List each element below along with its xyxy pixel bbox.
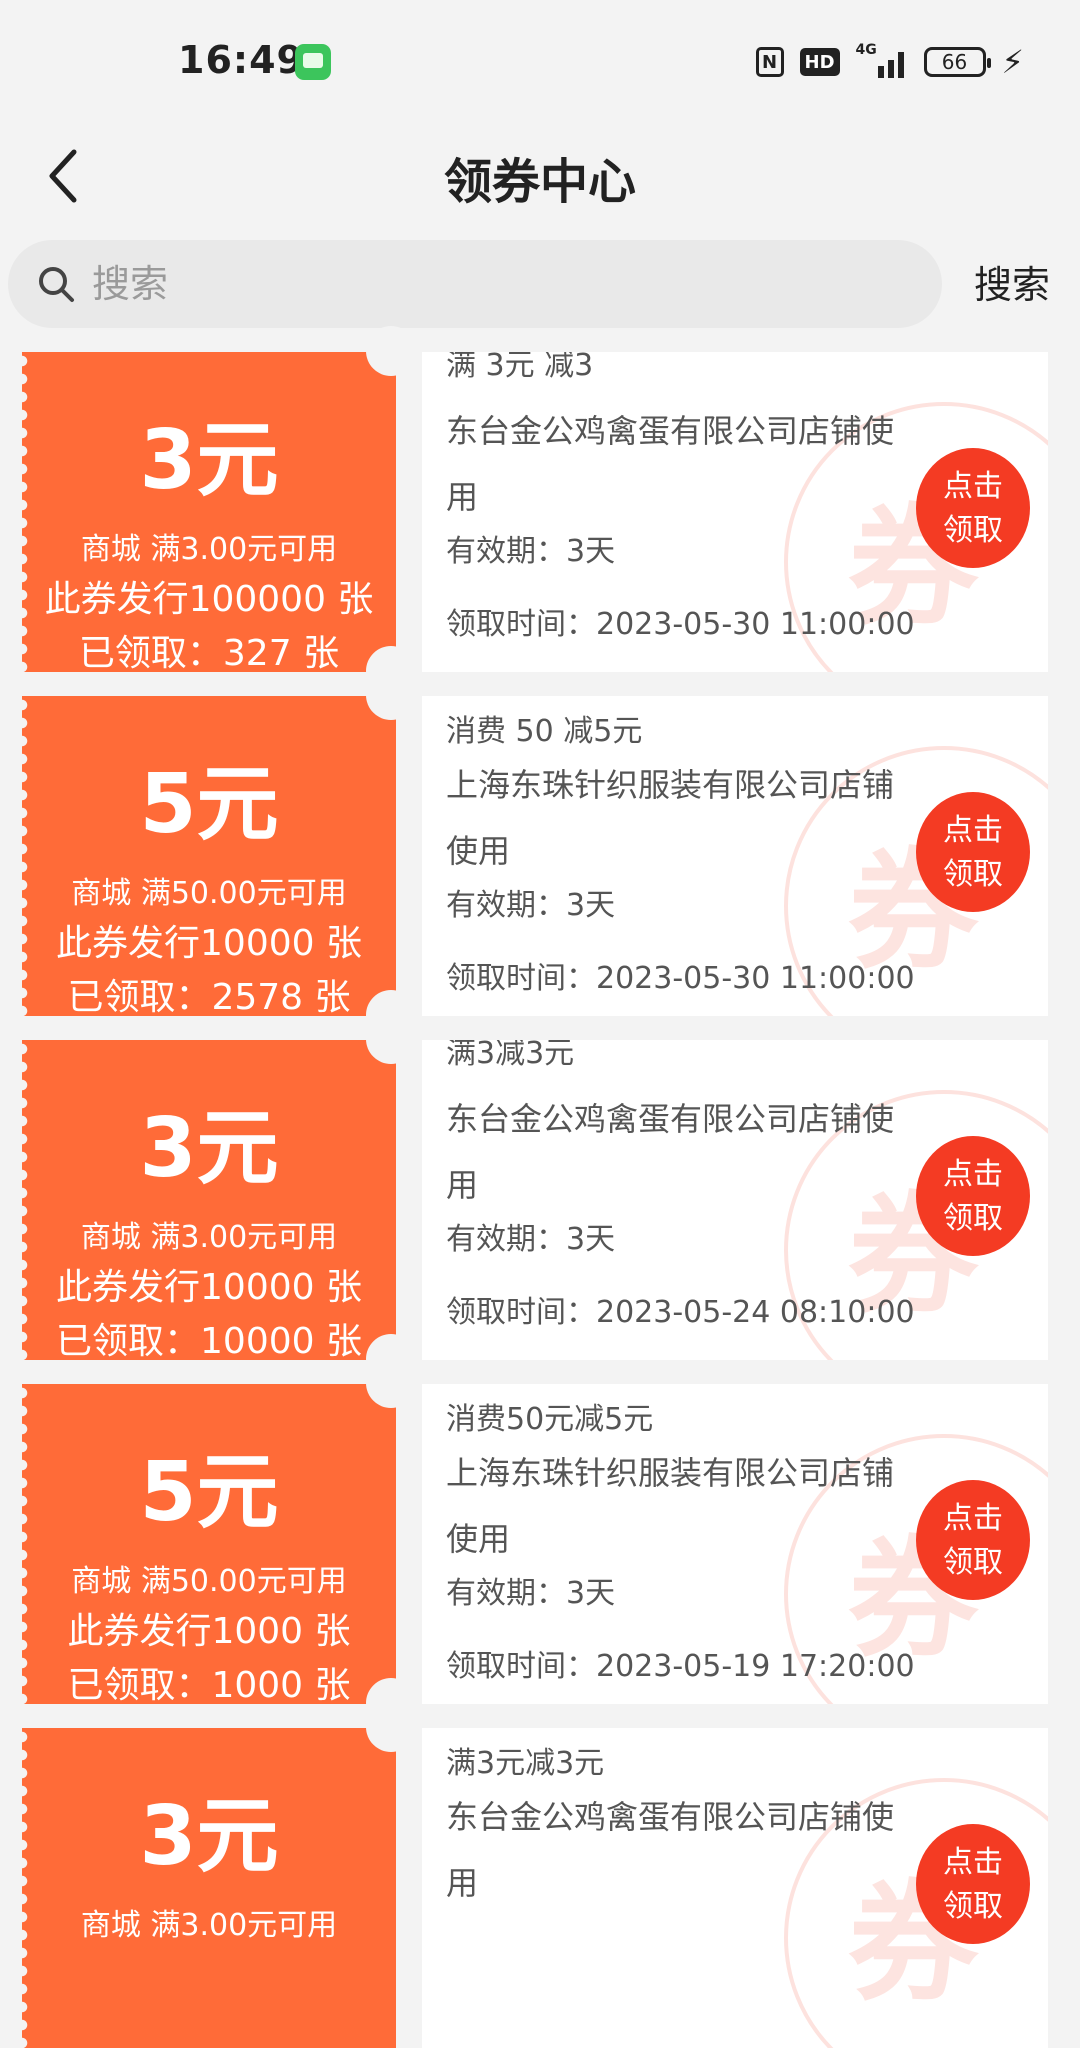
coupon-detail-panel: 券 满3减3元 东台金公鸡禽蛋有限公司店铺使用 有效期：3天 领取时间：2023… xyxy=(422,1040,1048,1360)
coupon-claimed: 已领取：10000 张 xyxy=(56,1321,362,1360)
coupon-title: 满3元减3元 xyxy=(446,1746,605,1781)
coupon-claimed xyxy=(22,2000,396,2048)
coupon-detail-panel: 券 满 3元 减3 东台金公鸡禽蛋有限公司店铺使用 有效期：3天 领取时间：20… xyxy=(422,352,1048,672)
coupon-claim-time: 领取时间：2023-05-24 08:10:00 xyxy=(446,1295,915,1330)
coupon-shop: 上海东珠针织服装有限公司店铺使用 xyxy=(446,1454,895,1558)
coupon-condition: 商城 满3.00元可用 xyxy=(80,1220,338,1255)
coupon-issued: 此券发行100000 张 xyxy=(44,579,374,620)
nav-bar: 领券中心 xyxy=(0,120,1080,230)
claim-button-label: 点击领取 xyxy=(943,1157,1003,1236)
coupon-title: 满3减3元 xyxy=(446,1040,575,1071)
coupon-value-panel: 3元 商城 满3.00元可用 此券发行100000 张 已领取：327 张 xyxy=(16,352,396,672)
coupon-amount: 3元 xyxy=(139,1101,279,1196)
coupon-detail-panel: 券 消费 50 减5元 上海东珠针织服装有限公司店铺使用 有效期：3天 领取时间… xyxy=(422,696,1048,1016)
coupon-shop: 东台金公鸡禽蛋有限公司店铺使用 xyxy=(446,412,895,516)
coupon-condition: 商城 满50.00元可用 xyxy=(71,1564,347,1599)
claim-button-label: 点击领取 xyxy=(943,1845,1003,1924)
coupon-card: 3元 商城 满3.00元可用 此券发行100000 张 已领取：327 张 券 … xyxy=(16,326,1048,696)
coupon-claim-time: 领取时间：2023-05-30 11:00:00 xyxy=(446,961,915,996)
coupon-notch xyxy=(366,1702,416,1752)
battery-icon: 66 xyxy=(923,47,991,77)
coupon-card: 5元 商城 满50.00元可用 此券发行1000 张 已领取：1000 张 券 … xyxy=(16,1358,1048,1728)
coupon-issued: 此券发行10000 张 xyxy=(56,1267,362,1308)
coupon-claimed: 已领取：1000 张 xyxy=(67,1665,351,1704)
coupon-condition: 商城 满50.00元可用 xyxy=(71,876,347,911)
status-icons: N HD 4G 66 ⚡ xyxy=(755,42,1024,82)
coupon-value-panel: 5元 商城 满50.00元可用 此券发行10000 张 已领取：2578 张 xyxy=(16,696,396,1016)
coupon-value-panel: 3元 商城 满3.00元可用 此券发行10000 张 已领取：10000 张 xyxy=(16,1040,396,1360)
search-box[interactable] xyxy=(8,240,942,328)
coupon-validity: 有效期：3天 xyxy=(446,1222,616,1257)
claim-button-label: 点击领取 xyxy=(943,813,1003,892)
signal-icon: 4G xyxy=(856,42,908,78)
coupon-notch xyxy=(366,1358,416,1408)
coupon-claim-time: 领取时间：2023-05-19 17:20:00 xyxy=(446,1649,915,1684)
search-bar: 搜索 xyxy=(0,236,1080,332)
coupon-title: 消费 50 减5元 xyxy=(446,714,643,749)
status-bar: 16:49 N HD 4G 66 ⚡ xyxy=(0,0,1080,120)
coupon-amount: 3元 xyxy=(139,1789,279,1884)
coupon-issued: 此券发行1000 张 xyxy=(67,1611,351,1652)
network-type: 4G xyxy=(855,42,877,58)
coupon-validity: 有效期：3天 xyxy=(446,1576,616,1611)
coupon-shop: 东台金公鸡禽蛋有限公司店铺使用 xyxy=(446,1798,895,1902)
coupon-condition: 商城 满3.00元可用 xyxy=(80,532,338,567)
coupon-shop: 上海东珠针织服装有限公司店铺使用 xyxy=(446,766,895,870)
claim-button-label: 点击领取 xyxy=(943,469,1003,548)
coupon-amount: 5元 xyxy=(139,1445,279,1540)
status-time: 16:49 xyxy=(178,38,304,82)
claim-coupon-button[interactable]: 点击领取 xyxy=(916,448,1030,568)
coupon-validity: 有效期：3天 xyxy=(446,888,616,923)
charging-icon: ⚡ xyxy=(1001,43,1024,81)
coupon-value-panel: 3元 商城 满3.00元可用 xyxy=(16,1728,396,2048)
claim-coupon-button[interactable]: 点击领取 xyxy=(916,1480,1030,1600)
coupon-amount: 3元 xyxy=(139,413,279,508)
coupon-issued: 此券发行10000 张 xyxy=(56,923,362,964)
search-icon xyxy=(39,267,74,302)
coupon-claimed: 已领取：2578 张 xyxy=(67,977,351,1016)
coupon-claimed: 已领取：327 张 xyxy=(78,633,340,672)
coupon-title: 满 3元 减3 xyxy=(446,352,594,383)
coupon-amount: 5元 xyxy=(139,757,279,852)
coupon-validity: 有效期：3天 xyxy=(446,534,616,569)
coupon-card: 3元 商城 满3.00元可用 此券发行10000 张 已领取：10000 张 券… xyxy=(16,1014,1048,1384)
coupon-claim-time: 领取时间：2023-05-30 11:00:00 xyxy=(446,607,915,642)
coupon-notch xyxy=(366,326,416,376)
hd-icon: HD xyxy=(799,48,840,76)
coupon-title: 消费50元减5元 xyxy=(446,1402,654,1437)
claim-coupon-button[interactable]: 点击领取 xyxy=(916,792,1030,912)
coupon-notch xyxy=(366,1014,416,1064)
message-app-icon xyxy=(295,44,331,80)
search-input[interactable] xyxy=(92,258,692,310)
nfc-icon: N xyxy=(755,47,784,77)
search-button[interactable]: 搜索 xyxy=(974,254,1050,309)
coupon-detail-panel: 券 消费50元减5元 上海东珠针织服装有限公司店铺使用 有效期：3天 领取时间：… xyxy=(422,1384,1048,1704)
claim-button-label: 点击领取 xyxy=(943,1501,1003,1580)
claim-coupon-button[interactable]: 点击领取 xyxy=(916,1136,1030,1256)
claim-coupon-button[interactable]: 点击领取 xyxy=(916,1824,1030,1944)
page-title: 领券中心 xyxy=(443,154,636,210)
coupon-notch xyxy=(366,670,416,720)
coupon-card: 3元 商城 满3.00元可用 券 满3元减3元 东台金公鸡禽蛋有限公司店铺使用 … xyxy=(16,1702,1048,2048)
coupon-card: 5元 商城 满50.00元可用 此券发行10000 张 已领取：2578 张 券… xyxy=(16,670,1048,1040)
coupon-value-panel: 5元 商城 满50.00元可用 此券发行1000 张 已领取：1000 张 xyxy=(16,1384,396,1704)
coupon-condition: 商城 满3.00元可用 xyxy=(80,1908,338,1943)
coupon-detail-panel: 券 满3元减3元 东台金公鸡禽蛋有限公司店铺使用 点击领取 xyxy=(422,1728,1048,2048)
coupon-shop: 东台金公鸡禽蛋有限公司店铺使用 xyxy=(446,1100,895,1204)
